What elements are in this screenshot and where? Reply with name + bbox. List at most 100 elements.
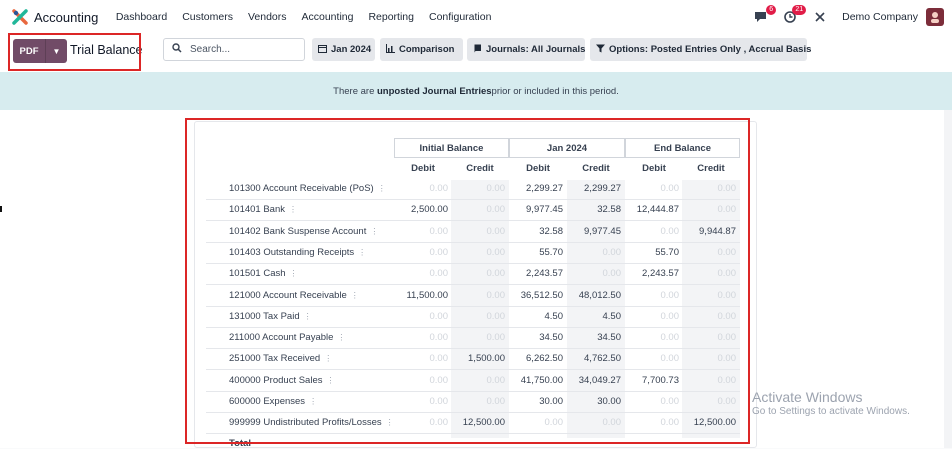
- kebab-icon[interactable]: ⋮: [337, 333, 345, 342]
- column-header-debit: Debit: [411, 163, 435, 174]
- row-divider: [206, 326, 740, 328]
- kebab-icon[interactable]: ⋮: [304, 312, 312, 321]
- kebab-icon[interactable]: ⋮: [290, 269, 298, 278]
- menu-reporting[interactable]: Reporting: [368, 11, 414, 23]
- amount-cell[interactable]: 30.00: [567, 396, 621, 407]
- top-navbar: Accounting Dashboard Customers Vendors A…: [0, 0, 952, 35]
- amount-cell[interactable]: 2,299.27: [509, 183, 563, 194]
- kebab-icon[interactable]: ⋮: [351, 291, 359, 300]
- menu-dashboard[interactable]: Dashboard: [116, 11, 167, 23]
- pdf-button[interactable]: PDF: [13, 39, 45, 63]
- row-divider: [206, 305, 740, 307]
- account-name[interactable]: 101402 Bank Suspense Account ⋮: [229, 226, 378, 237]
- clock-icon[interactable]: 21: [782, 5, 807, 25]
- kebab-icon[interactable]: ⋮: [358, 248, 366, 257]
- account-name[interactable]: 251000 Tax Received ⋮: [229, 353, 332, 364]
- banner-link[interactable]: unposted Journal Entries: [377, 86, 492, 97]
- chevron-down-icon[interactable]: ▼: [45, 39, 67, 63]
- search-box: [163, 38, 305, 61]
- amount-cell[interactable]: 55.70: [509, 247, 563, 258]
- kebab-icon[interactable]: ⋮: [324, 354, 332, 363]
- amount-cell[interactable]: 4,762.50: [567, 353, 621, 364]
- amount-cell[interactable]: 9,944.87: [682, 226, 736, 237]
- amount-cell[interactable]: 2,243.57: [625, 268, 679, 279]
- account-name[interactable]: 600000 Expenses ⋮: [229, 396, 317, 407]
- amount-cell: 0.00: [486, 332, 506, 344]
- amount-cell[interactable]: 32.58: [567, 204, 621, 215]
- options-filter-button[interactable]: Options: Posted Entries Only , Accrual B…: [590, 38, 811, 61]
- account-name[interactable]: 999999 Undistributed Profits/Losses ⋮: [229, 417, 394, 428]
- journals-filter-button[interactable]: Journals: All Journals: [467, 38, 585, 61]
- amount-cell: 0.00: [429, 246, 449, 258]
- amount-cell[interactable]: 55.70: [625, 247, 679, 258]
- account-name[interactable]: 400000 Product Sales ⋮: [229, 375, 334, 386]
- amount-cell: 0.00: [486, 374, 506, 386]
- kebab-icon[interactable]: ⋮: [309, 397, 317, 406]
- amount-cell[interactable]: 32.58: [509, 226, 563, 237]
- amount-cell[interactable]: 2,500.00: [394, 204, 448, 215]
- comparison-button[interactable]: Comparison: [380, 38, 463, 61]
- amount-cell[interactable]: 34.50: [567, 332, 621, 343]
- amount-cell: 0.00: [486, 268, 506, 280]
- kebab-icon[interactable]: ⋮: [326, 376, 334, 385]
- account-name[interactable]: 211000 Account Payable ⋮: [229, 332, 345, 343]
- account-name[interactable]: 101501 Cash ⋮: [229, 268, 298, 279]
- amount-cell: 0.00: [717, 246, 737, 258]
- account-name[interactable]: 101401 Bank ⋮: [229, 204, 297, 215]
- amount-cell: 0.00: [602, 246, 622, 258]
- kebab-icon[interactable]: ⋮: [386, 418, 394, 427]
- amount-cell[interactable]: 2,299.27: [567, 183, 621, 194]
- amount-cell[interactable]: 4.50: [509, 311, 564, 322]
- search-input[interactable]: [188, 43, 302, 56]
- amount-cell[interactable]: 36,512.50: [509, 290, 563, 301]
- date-filter-button[interactable]: Jan 2024: [312, 38, 375, 61]
- amount-cell: 0.00: [660, 310, 680, 322]
- account-name[interactable]: 101403 Outstanding Receipts ⋮: [229, 247, 366, 258]
- amount-cell[interactable]: 34,049.27: [567, 375, 621, 386]
- amount-cell[interactable]: 1,500.00: [451, 353, 505, 364]
- amount-cell: 0.00: [717, 268, 737, 280]
- amount-cell[interactable]: 34.50: [509, 332, 563, 343]
- kebab-icon[interactable]: ⋮: [370, 227, 378, 236]
- amount-cell[interactable]: 12,444.87: [625, 204, 679, 215]
- tools-icon[interactable]: [812, 9, 828, 25]
- avatar[interactable]: [926, 8, 944, 26]
- amount-cell[interactable]: 41,750.00: [509, 375, 563, 386]
- amount-cell[interactable]: 12,500.00: [451, 417, 505, 428]
- app-name[interactable]: Accounting: [34, 10, 98, 25]
- amount-cell[interactable]: 9,977.45: [509, 204, 563, 215]
- scrollbar[interactable]: [944, 110, 952, 448]
- kebab-icon[interactable]: ⋮: [378, 184, 386, 193]
- menu-customers[interactable]: Customers: [182, 11, 233, 23]
- amount-cell[interactable]: 2,243.57: [509, 268, 563, 279]
- amount-cell: 0.00: [429, 183, 449, 194]
- kebab-icon[interactable]: ⋮: [289, 205, 297, 214]
- menu-configuration[interactable]: Configuration: [429, 11, 491, 23]
- menu-accounting[interactable]: Accounting: [302, 11, 354, 23]
- account-name[interactable]: 131000 Tax Paid ⋮: [229, 311, 312, 322]
- amount-cell: 0.00: [602, 417, 622, 429]
- total-row-label: Total: [229, 438, 251, 449]
- amount-cell[interactable]: 7,700.73: [625, 375, 679, 386]
- amount-cell[interactable]: 6,262.50: [509, 353, 563, 364]
- menu-vendors[interactable]: Vendors: [248, 11, 287, 23]
- chat-icon[interactable]: 6: [752, 5, 777, 25]
- amount-cell[interactable]: 4.50: [567, 311, 622, 322]
- activities-badge: 21: [792, 5, 807, 15]
- row-divider: [206, 262, 740, 264]
- amount-cell: 0.00: [660, 332, 680, 344]
- account-name[interactable]: 121000 Account Receivable ⋮: [229, 290, 359, 301]
- amount-cell: 0.00: [660, 289, 680, 301]
- account-name[interactable]: 101300 Account Receivable (PoS) ⋮: [229, 183, 386, 194]
- amount-cell[interactable]: 11,500.00: [394, 290, 448, 301]
- company-switcher[interactable]: Demo Company: [842, 11, 918, 23]
- control-panel: PDF ▼ Trial Balance Jan 2024 Comparison …: [0, 34, 952, 73]
- amount-cell[interactable]: 9,977.45: [567, 226, 621, 237]
- odoo-logo-icon[interactable]: [12, 9, 28, 25]
- account-label: 131000 Tax Paid: [229, 310, 300, 322]
- amount-cell[interactable]: 48,012.50: [567, 290, 621, 301]
- amount-cell[interactable]: 12,500.00: [682, 417, 736, 428]
- amount-cell[interactable]: 30.00: [509, 396, 563, 407]
- pdf-button-group: PDF ▼: [13, 39, 67, 63]
- amount-cell: 0.00: [660, 353, 680, 365]
